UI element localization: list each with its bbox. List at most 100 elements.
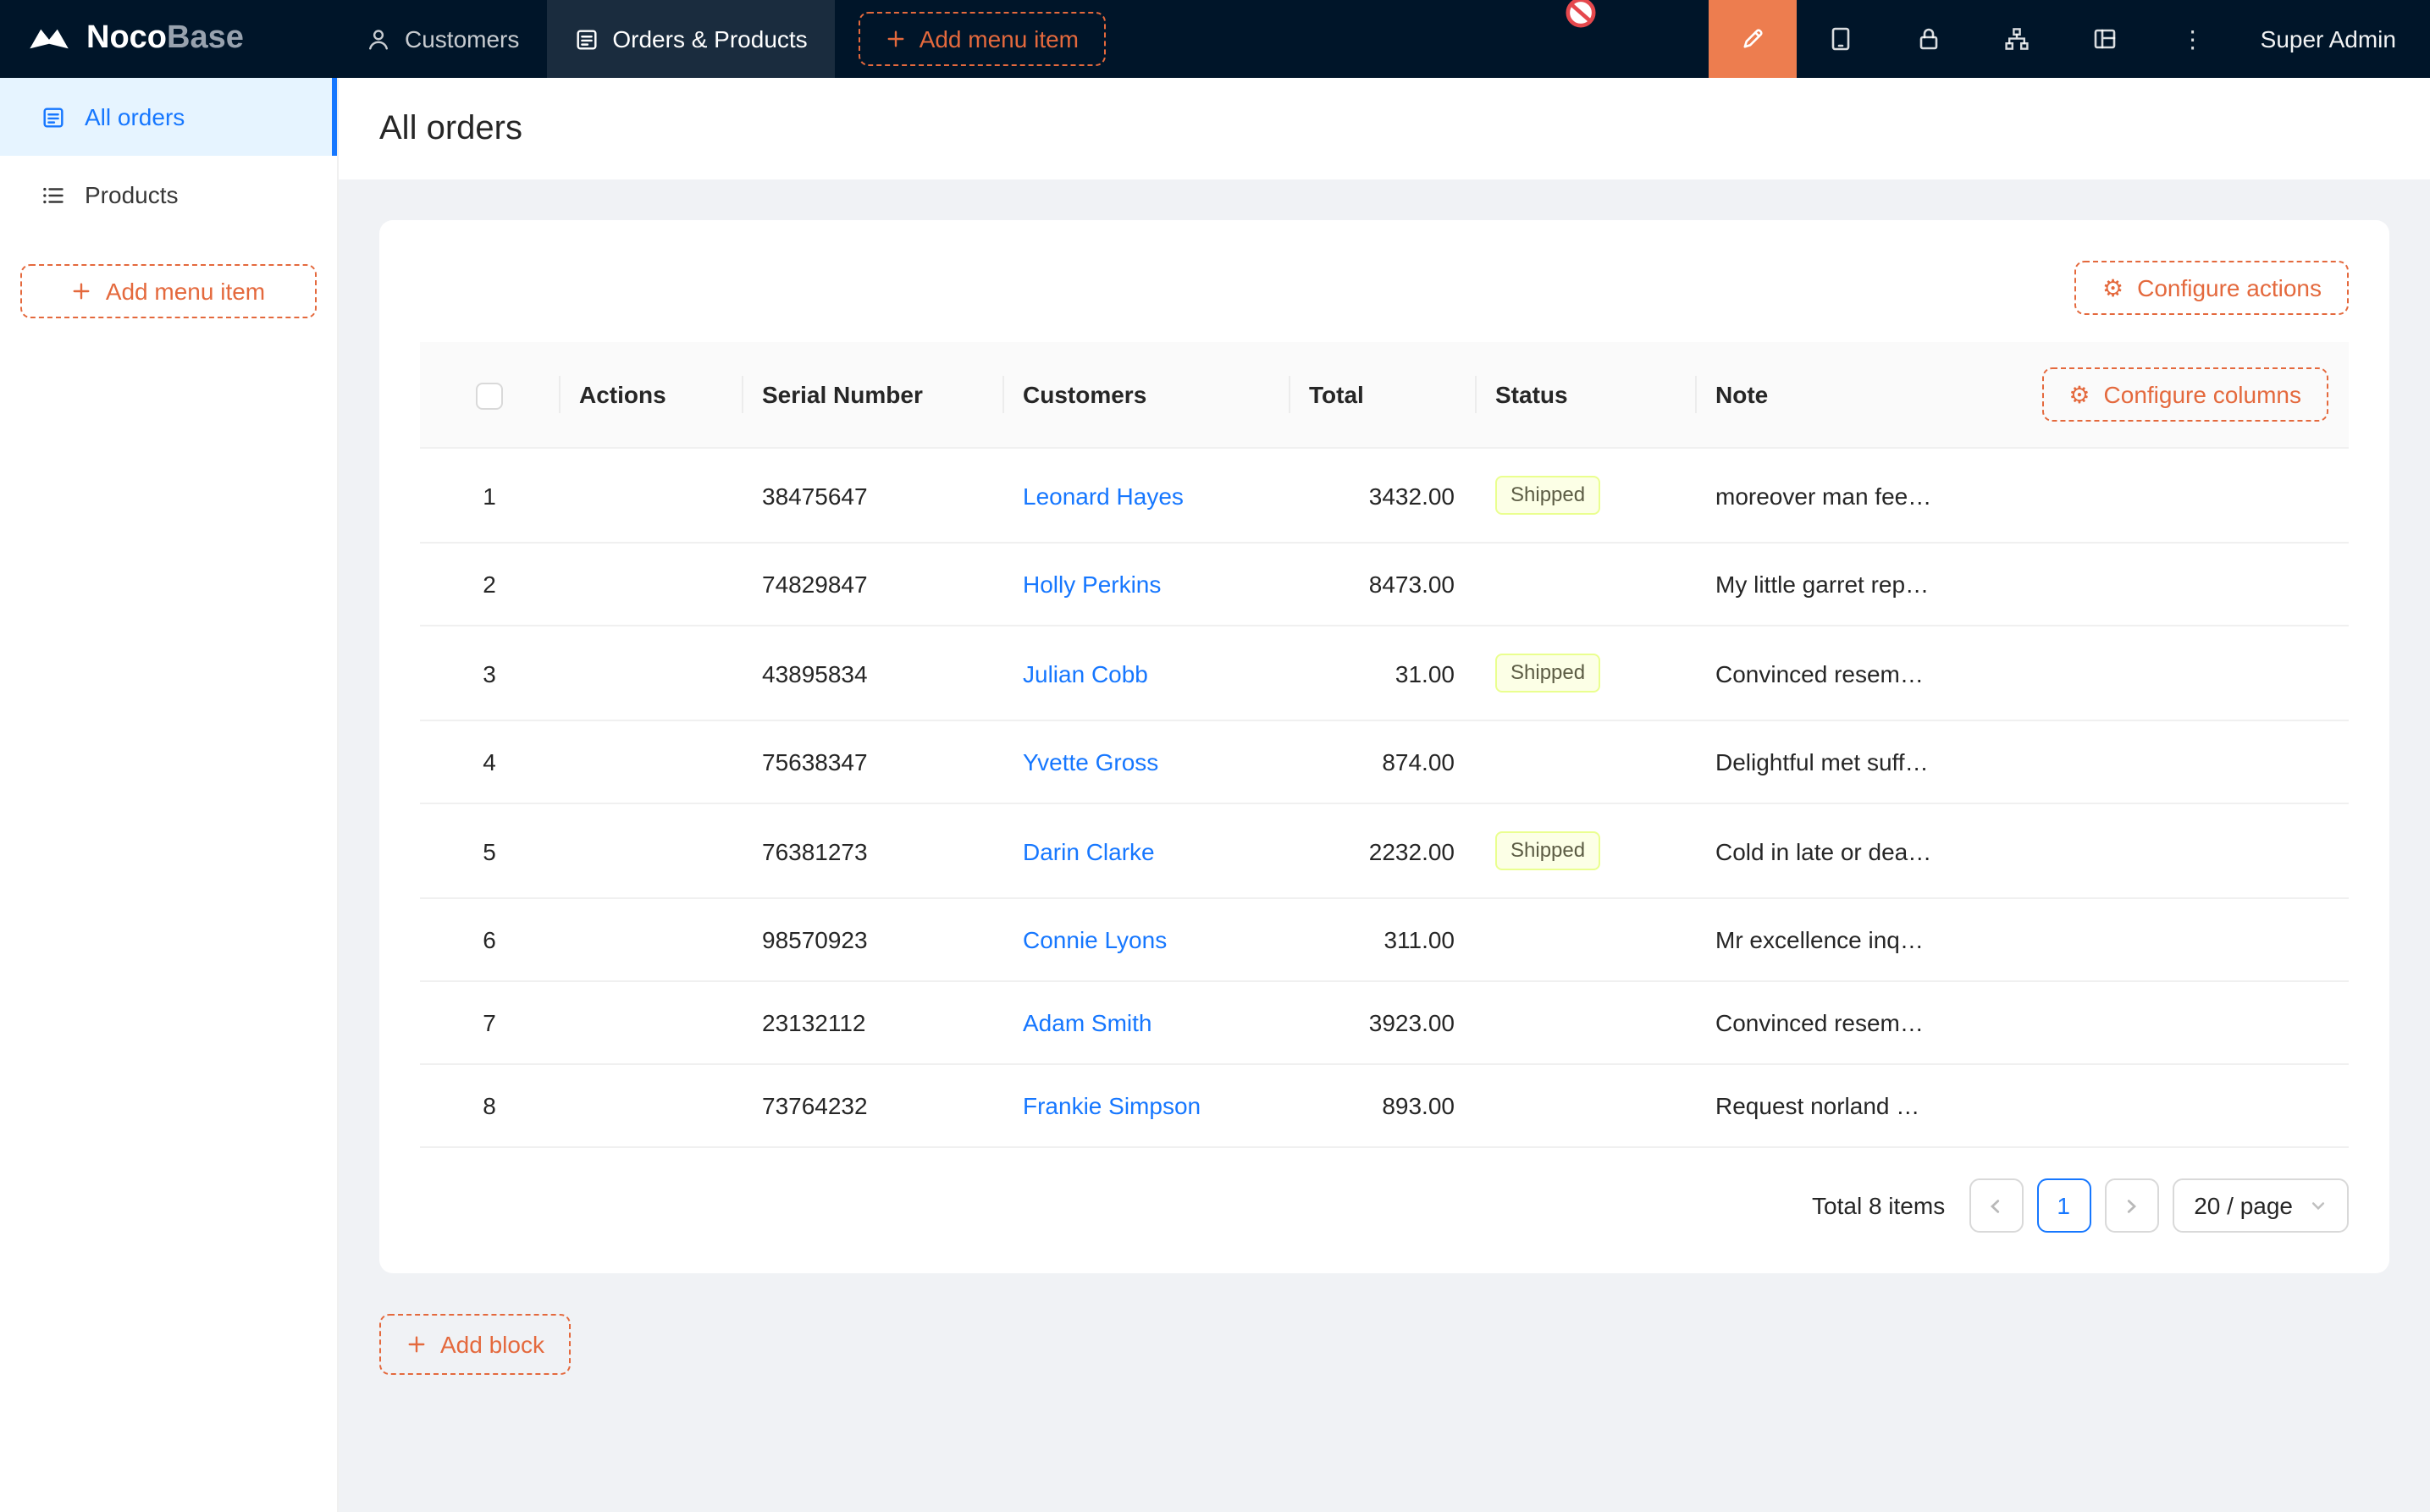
chevron-right-icon	[2122, 1196, 2140, 1215]
customer-link[interactable]: Darin Clarke	[1023, 837, 1155, 864]
note-text: Convinced resembled dependent remainder …	[1695, 626, 1952, 720]
row-actions-cell	[559, 626, 742, 720]
sidebar-add-menu-item-button[interactable]: Add menu item	[20, 264, 317, 318]
page-size-select[interactable]: 20 / page	[2172, 1178, 2349, 1233]
pagination-next-button[interactable]	[2104, 1178, 2158, 1233]
mobile-client-button[interactable]	[1797, 0, 1885, 78]
total-value: 311.00	[1289, 898, 1475, 981]
topbar-add-menu-item-button[interactable]: Add menu item	[859, 12, 1106, 66]
table-header: Actions Serial Number Customers Total St…	[420, 342, 2349, 448]
row-index: 7	[483, 1009, 496, 1036]
layout-settings-button[interactable]	[2061, 0, 2149, 78]
admin-settings-button[interactable]	[1885, 0, 1973, 78]
serial-number: 38475647	[762, 482, 868, 509]
top-bar: NocoBase Customers Orders & Products Add…	[0, 0, 2430, 78]
plus-icon	[406, 1334, 427, 1355]
serial-number: 43895834	[762, 659, 868, 687]
serial-number: 75638347	[762, 748, 868, 775]
note-text: Mr excellence inquietude conviction is i…	[1695, 898, 1952, 981]
serial-number: 98570923	[762, 926, 868, 953]
serial-number: 76381273	[762, 837, 868, 864]
total-value: 3923.00	[1289, 981, 1475, 1064]
customers-icon	[366, 26, 391, 52]
lock-icon	[1915, 25, 1942, 52]
total-value: 3432.00	[1289, 448, 1475, 543]
kebab-icon: ⋮	[2181, 27, 2205, 51]
table-row: 1 38475647 Leonard Hayes 3432.00 Shipped…	[420, 448, 2349, 543]
note-text: My little garret repair to desire he est…	[1695, 543, 1952, 626]
ui-editor-button[interactable]	[1709, 0, 1797, 78]
customer-link[interactable]: Connie Lyons	[1023, 926, 1167, 953]
plus-icon	[886, 29, 906, 49]
column-header-total: Total	[1289, 342, 1475, 448]
total-value: 8473.00	[1289, 543, 1475, 626]
note-text: Convinced resembled dependent remainder …	[1695, 981, 1952, 1064]
plus-icon	[72, 281, 92, 301]
status-tag: Shipped	[1495, 476, 1600, 515]
total-value: 2232.00	[1289, 803, 1475, 898]
pagination-total: Total 8 items	[1812, 1192, 1945, 1219]
hierarchy-icon	[2003, 25, 2030, 52]
configure-columns-label: Configure columns	[2104, 381, 2301, 408]
table-row: 3 43895834 Julian Cobb 31.00 Shipped Con…	[420, 626, 2349, 720]
row-index: 6	[483, 926, 496, 953]
configure-actions-label: Configure actions	[2137, 274, 2322, 301]
table-toolbar: ⚙ Configure actions	[420, 261, 2349, 315]
sidebar-item-products[interactable]: Products	[0, 156, 337, 234]
pagination-page-1[interactable]: 1	[2036, 1178, 2090, 1233]
row-actions-cell	[559, 1064, 742, 1147]
row-actions-cell	[559, 720, 742, 803]
page-header: All orders	[339, 78, 2430, 179]
row-actions-cell	[559, 898, 742, 981]
nav-item-orders-products[interactable]: Orders & Products	[546, 0, 834, 78]
total-value: 893.00	[1289, 1064, 1475, 1147]
column-header-note: Note	[1695, 342, 1952, 448]
customer-link[interactable]: Julian Cobb	[1023, 659, 1148, 687]
table-row: 4 75638347 Yvette Gross 874.00 Delightfu…	[420, 720, 2349, 803]
tablet-icon	[1827, 25, 1854, 52]
plugin-manager-button[interactable]	[1973, 0, 2061, 78]
configure-actions-button[interactable]: ⚙ Configure actions	[2075, 261, 2349, 315]
row-actions-cell	[559, 543, 742, 626]
more-options-button[interactable]: ⋮	[2149, 0, 2237, 78]
page-size-value: 20 / page	[2194, 1192, 2293, 1219]
serial-number: 73764232	[762, 1092, 868, 1119]
pagination-prev-button[interactable]	[1969, 1178, 2023, 1233]
layout-icon	[2091, 25, 2118, 52]
sidebar-item-all-orders[interactable]: All orders	[0, 78, 337, 156]
app-viewport: NocoBase Customers Orders & Products Add…	[0, 0, 2430, 1512]
table-row: 6 98570923 Connie Lyons 311.00 Mr excell…	[420, 898, 2349, 981]
note-text: moreover man feelings own shy. Request n…	[1695, 448, 1952, 543]
customer-link[interactable]: Yvette Gross	[1023, 748, 1158, 775]
table-row: 2 74829847 Holly Perkins 8473.00 My litt…	[420, 543, 2349, 626]
serial-number: 74829847	[762, 571, 868, 598]
nav-item-label: Customers	[405, 25, 519, 52]
customer-link[interactable]: Frankie Simpson	[1023, 1092, 1201, 1119]
sidebar-add-menu-item-label: Add menu item	[106, 278, 265, 305]
gear-icon: ⚙	[2068, 383, 2090, 406]
main-layout: All orders Products Add menu item All or…	[0, 78, 2430, 1512]
column-header-status: Status	[1475, 342, 1695, 448]
row-actions-cell	[559, 448, 742, 543]
user-menu[interactable]: Super Admin	[2237, 25, 2430, 52]
nocobase-logo-icon	[27, 24, 71, 54]
row-index: 1	[483, 482, 496, 509]
column-header-serial-number: Serial Number	[742, 342, 1002, 448]
nocobase-logo[interactable]: NocoBase	[0, 20, 339, 58]
customer-link[interactable]: Holly Perkins	[1023, 571, 1161, 598]
nav-item-customers[interactable]: Customers	[339, 0, 546, 78]
status-tag: Shipped	[1495, 831, 1600, 870]
select-all-checkbox[interactable]	[476, 382, 503, 409]
nav-item-label: Orders & Products	[612, 25, 807, 52]
column-header-actions: Actions	[559, 342, 742, 448]
table-row: 7 23132112 Adam Smith 3923.00 Convinced …	[420, 981, 2349, 1064]
note-text: Request norland neither mistake for yet.…	[1695, 1064, 1952, 1147]
column-header-customers: Customers	[1002, 342, 1289, 448]
add-block-button[interactable]: Add block	[379, 1314, 572, 1375]
customer-link[interactable]: Leonard Hayes	[1023, 482, 1184, 509]
row-actions-cell	[559, 981, 742, 1064]
customer-link[interactable]: Adam Smith	[1023, 1009, 1152, 1036]
configure-columns-button[interactable]: ⚙ Configure columns	[2041, 367, 2328, 422]
topbar-right-group: ⋮ Super Admin	[1709, 0, 2430, 78]
table-row: 8 73764232 Frankie Simpson 893.00 Reques…	[420, 1064, 2349, 1147]
